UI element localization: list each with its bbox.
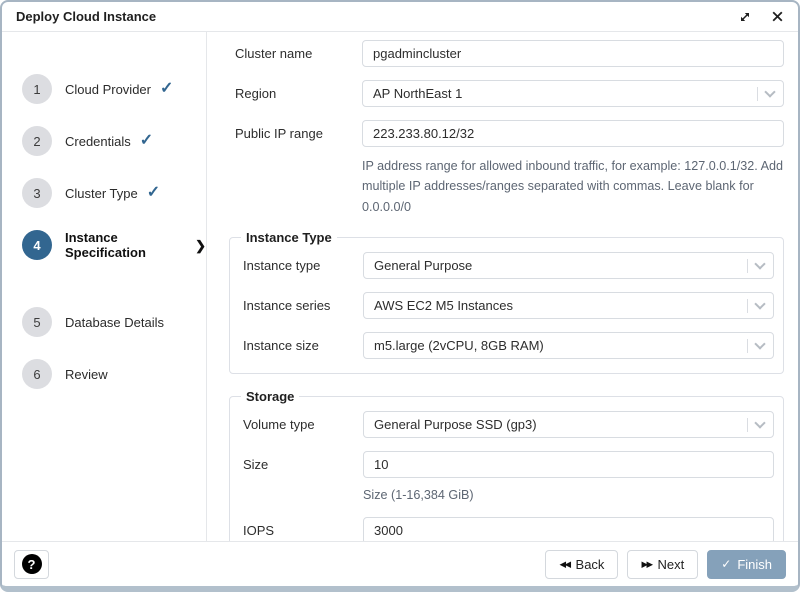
select-divider [747, 259, 748, 273]
step-instance-specification: 4 Instance Specification ❯ [2, 230, 206, 260]
dialog-body: 1 Cloud Provider ✓ 2 Credentials ✓ 3 Clu… [2, 32, 798, 541]
instance-size-select[interactable]: m5.large (2vCPU, 8GB RAM) [363, 332, 774, 359]
step-number-badge: 4 [22, 230, 52, 260]
step-complete-check-icon: ✓ [147, 185, 160, 201]
finish-button-label: Finish [737, 557, 772, 572]
volume-type-selected-value: General Purpose SSD (gp3) [374, 417, 747, 432]
step-cluster-type: 3 Cluster Type ✓ [2, 178, 206, 208]
step-number-badge: 6 [22, 359, 52, 389]
iops-input[interactable] [363, 517, 774, 541]
dialog-titlebar: Deploy Cloud Instance [2, 2, 798, 32]
step-credentials: 2 Credentials ✓ [2, 126, 206, 156]
maximize-icon[interactable] [738, 10, 752, 24]
instance-type-group: Instance Type Instance type General Purp… [229, 230, 784, 374]
chevron-down-icon [754, 258, 765, 269]
public-ip-range-label: Public IP range [221, 126, 362, 141]
next-button[interactable]: ▶▶ Next [627, 550, 698, 579]
chevron-down-icon [754, 417, 765, 428]
volume-type-label: Volume type [234, 417, 363, 432]
step-complete-check-icon: ✓ [140, 133, 153, 149]
public-ip-range-help-text: IP address range for allowed inbound tra… [362, 156, 784, 217]
public-ip-range-input[interactable] [362, 120, 784, 147]
step-number-badge: 1 [22, 74, 52, 104]
instance-specification-form: Cluster name Region AP NorthEast 1 Publi… [207, 32, 798, 541]
step-number-badge: 5 [22, 307, 52, 337]
chevron-down-icon [754, 338, 765, 349]
select-divider [747, 339, 748, 353]
instance-type-label: Instance type [234, 258, 363, 273]
step-review: 6 Review [2, 359, 206, 389]
instance-size-selected-value: m5.large (2vCPU, 8GB RAM) [374, 338, 747, 353]
step-label: Cloud Provider [65, 82, 151, 97]
back-button[interactable]: ◀◀ Back [545, 550, 618, 579]
step-label: Instance Specification [65, 230, 186, 260]
next-arrows-icon: ▶▶ [641, 559, 651, 570]
select-divider [747, 418, 748, 432]
close-icon[interactable] [770, 10, 784, 24]
cluster-name-label: Cluster name [221, 46, 362, 61]
storage-group-legend: Storage [241, 389, 299, 404]
back-button-label: Back [576, 557, 605, 572]
storage-group: Storage Volume type General Purpose SSD … [229, 389, 784, 541]
question-mark-icon: ? [22, 554, 42, 574]
size-input[interactable] [363, 451, 774, 478]
dialog-title: Deploy Cloud Instance [16, 9, 156, 24]
instance-series-label: Instance series [234, 298, 363, 313]
finish-button[interactable]: ✓ Finish [707, 550, 786, 579]
next-button-label: Next [658, 557, 685, 572]
step-label: Credentials [65, 134, 131, 149]
instance-size-label: Instance size [234, 338, 363, 353]
instance-series-select[interactable]: AWS EC2 M5 Instances [363, 292, 774, 319]
cluster-name-input[interactable] [362, 40, 784, 67]
iops-label: IOPS [234, 523, 363, 538]
step-complete-check-icon: ✓ [160, 81, 173, 97]
instance-type-select[interactable]: General Purpose [363, 252, 774, 279]
select-divider [757, 87, 758, 101]
step-label: Database Details [65, 315, 164, 330]
select-divider [747, 299, 748, 313]
wizard-steps-sidebar: 1 Cloud Provider ✓ 2 Credentials ✓ 3 Clu… [2, 32, 207, 541]
step-cloud-provider: 1 Cloud Provider ✓ [2, 74, 206, 104]
step-database-details: 5 Database Details [2, 307, 206, 337]
instance-type-group-legend: Instance Type [241, 230, 337, 245]
check-icon: ✓ [721, 557, 731, 571]
size-help-text: Size (1-16,384 GiB) [363, 485, 774, 505]
chevron-down-icon [764, 86, 775, 97]
chevron-down-icon [754, 298, 765, 309]
instance-type-selected-value: General Purpose [374, 258, 747, 273]
dialog-footer: ? ◀◀ Back ▶▶ Next ✓ Finish [2, 541, 798, 586]
region-select[interactable]: AP NorthEast 1 [362, 80, 784, 107]
back-arrows-icon: ◀◀ [559, 559, 569, 570]
step-current-arrow-icon: ❯ [195, 239, 206, 252]
help-button[interactable]: ? [14, 550, 49, 579]
step-label: Cluster Type [65, 186, 138, 201]
size-label: Size [234, 457, 363, 472]
volume-type-select[interactable]: General Purpose SSD (gp3) [363, 411, 774, 438]
step-number-badge: 2 [22, 126, 52, 156]
region-label: Region [221, 86, 362, 101]
instance-series-selected-value: AWS EC2 M5 Instances [374, 298, 747, 313]
step-number-badge: 3 [22, 178, 52, 208]
deploy-cloud-instance-dialog: Deploy Cloud Instance 1 Cloud [0, 0, 800, 592]
region-selected-value: AP NorthEast 1 [373, 86, 757, 101]
step-label: Review [65, 367, 108, 382]
